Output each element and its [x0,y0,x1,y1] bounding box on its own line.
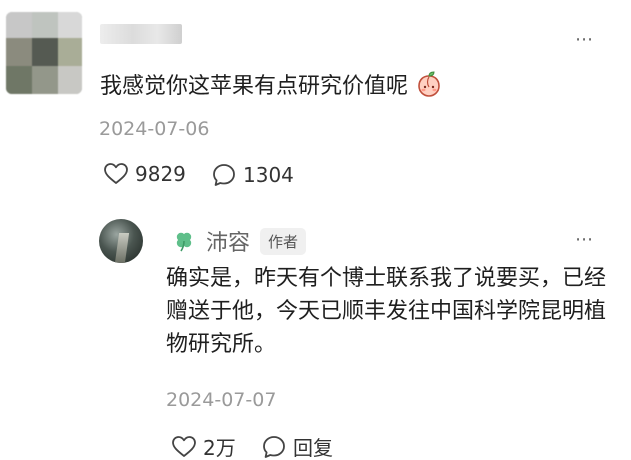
reply-like-button[interactable]: 2万 [171,432,236,460]
like-button[interactable]: 9829 [103,162,186,186]
reply-count: 1304 [243,163,294,187]
author-badge: 作者 [260,227,307,255]
reply-more-icon[interactable]: ⋯ [575,231,601,249]
reply-count-button[interactable]: 1304 [211,162,294,188]
reply-user-name[interactable]: 沛容 [206,225,250,257]
reply-avatar[interactable] [99,219,143,263]
commenter-name[interactable] [100,24,182,44]
clover-icon [176,232,192,252]
comment-bubble-icon [263,435,285,458]
reply-button[interactable]: 回复 [261,432,333,460]
reply-text: 确实是，昨天有个博士联系我了说要买，已经赠送于他，今天已顺丰发往中国科学院昆明植… [166,266,607,357]
heart-outline-icon [172,435,196,457]
more-icon[interactable]: ⋯ [575,31,601,49]
comment-bubble-icon [213,164,235,186]
like-count: 9829 [135,162,186,186]
peach-emoji-icon [418,71,440,97]
reply-header: 沛容 作者 [172,225,307,257]
comment-date: 2024-07-06 [99,118,210,140]
commenter-avatar[interactable] [6,12,82,94]
heart-outline-icon [104,163,128,184]
reply-like-count: 2万 [203,436,236,460]
comment-body: 我感觉你这苹果有点研究价值呢 [100,74,409,99]
reply-date: 2024-07-07 [166,389,277,411]
comment-thread: ⋯ 我感觉你这苹果有点研究价值呢 2024-07-06 9829 1304 沛容… [0,0,631,460]
reply-label: 回复 [293,436,333,460]
comment-text: 我感觉你这苹果有点研究价值呢 [100,70,443,103]
